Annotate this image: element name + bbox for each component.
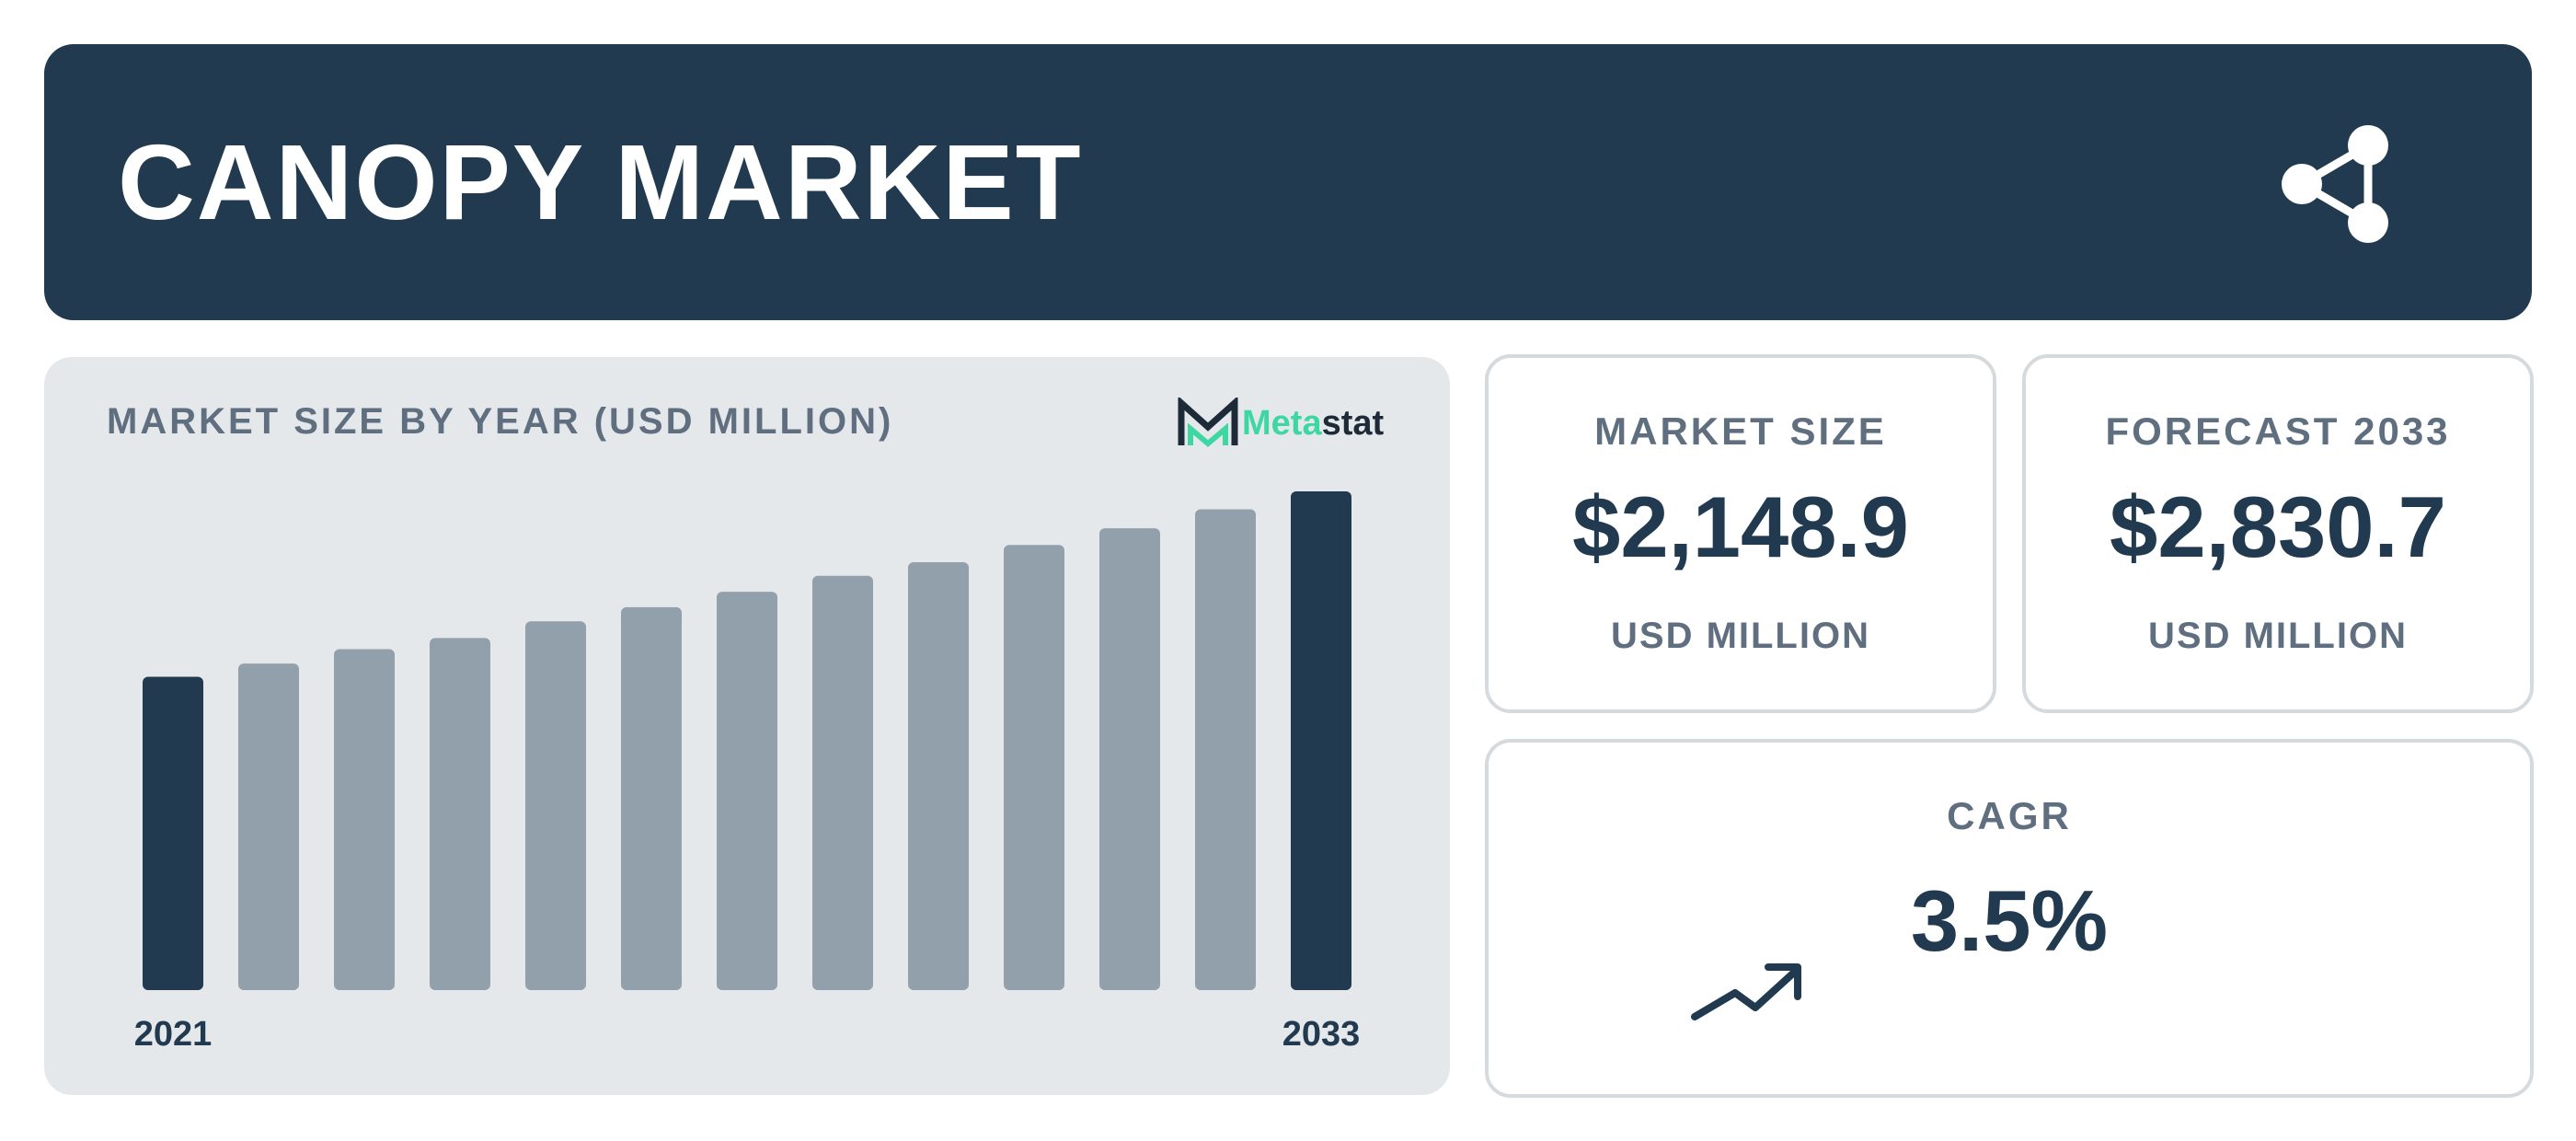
bar-chart: 2021 2033 xyxy=(134,491,1361,1054)
x-tick-label-2033: 2033 xyxy=(1282,1015,1361,1054)
bar-2023 xyxy=(334,649,395,990)
cagr-card: CAGR 3.5% xyxy=(1485,739,2534,1098)
logo-text-rest: stat xyxy=(1321,404,1385,443)
bar-2030 xyxy=(1004,545,1064,990)
trend-up-icon xyxy=(1691,963,1801,1020)
bar-2025 xyxy=(525,621,586,990)
forecast-card: FORECAST 2033 $2,830.7 USD MILLION xyxy=(2022,354,2534,713)
forecast-unit: USD MILLION xyxy=(2148,616,2408,656)
bar-2032 xyxy=(1195,509,1256,990)
bar-2029 xyxy=(908,562,969,990)
bar-2024 xyxy=(430,638,490,990)
metastat-logo: Metastat xyxy=(1178,394,1417,453)
bar-2026 xyxy=(621,606,682,990)
bar-2022 xyxy=(238,663,299,990)
bar-2027 xyxy=(717,592,777,990)
market-size-card: MARKET SIZE $2,148.9 USD MILLION xyxy=(1485,354,1996,713)
market-size-label: MARKET SIZE xyxy=(1594,409,1887,453)
header-banner: CANOPY MARKET xyxy=(44,44,2532,320)
chart-title: MARKET SIZE BY YEAR (USD MILLION) xyxy=(107,401,894,442)
bar-2021 xyxy=(143,676,203,990)
cagr-label: CAGR xyxy=(1947,794,2072,837)
logo-text: Metastat xyxy=(1242,394,1384,453)
bar-2028 xyxy=(812,575,873,990)
market-size-value: $2,148.9 xyxy=(1572,478,1909,575)
market-size-unit: USD MILLION xyxy=(1611,616,1870,656)
metastat-logo-icon xyxy=(1178,398,1238,447)
market-size-chart-panel: 2021 2033 MARKET SIZE BY YEAR (USD MILLIO… xyxy=(44,357,1450,1095)
forecast-label: FORECAST 2033 xyxy=(2105,409,2451,453)
bar-2031 xyxy=(1099,528,1160,990)
forecast-value: $2,830.7 xyxy=(2110,478,2446,575)
x-tick-label-2021: 2021 xyxy=(134,1015,213,1054)
page-title: CANOPY MARKET xyxy=(118,122,1083,242)
logo-text-accent: Meta xyxy=(1242,404,1322,443)
cagr-value: 3.5% xyxy=(1910,872,2109,969)
share-icon[interactable] xyxy=(2271,120,2399,248)
bar-2033 xyxy=(1291,491,1351,990)
